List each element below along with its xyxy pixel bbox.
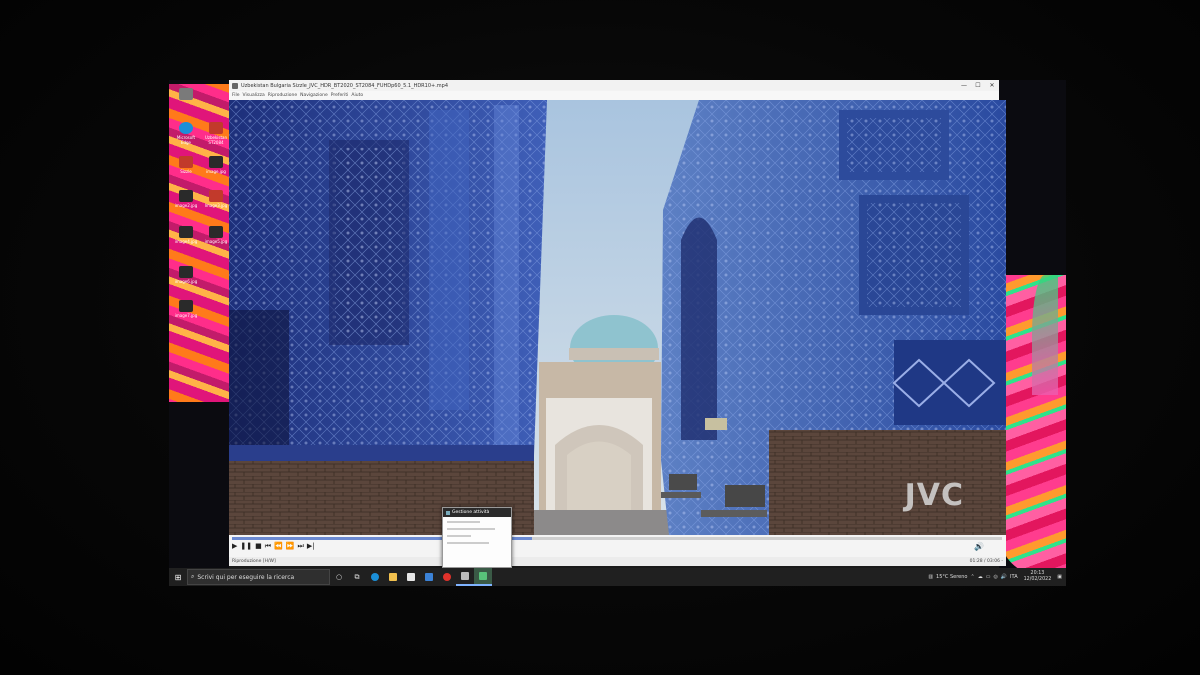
previous-button[interactable]: ⏮ xyxy=(265,542,271,551)
image-file-icon xyxy=(179,266,193,278)
search-icon: ⌕ xyxy=(191,573,195,580)
desktop-icon[interactable]: image5.jpg xyxy=(203,226,229,244)
next-button[interactable]: ⏭ xyxy=(298,542,304,551)
seek-bar[interactable] xyxy=(232,537,1002,540)
task-manager-preview[interactable]: Gestione attività xyxy=(442,507,512,568)
media-player-taskbar-icon[interactable] xyxy=(456,568,474,586)
image-file-icon xyxy=(209,156,223,168)
status-bar: Riproduzione [H/W] 01:28 / 03:06 - xyxy=(229,557,1006,566)
opera-icon[interactable] xyxy=(438,568,456,586)
search-box[interactable]: ⌕ Scrivi qui per eseguire la ricerca xyxy=(187,569,330,585)
media-player-window: Uzbekistan Bulgaria Sizzle_JVC_HDR_BT202… xyxy=(229,80,1006,570)
playback-time: 01:28 / 03:06 - xyxy=(969,559,1003,564)
screen: Microsoft Edge Uzbekistan ST2084 Sizzle … xyxy=(169,80,1066,586)
desktop-icon[interactable]: Sizzle xyxy=(173,156,199,174)
menu-aiuto[interactable]: Aiuto xyxy=(351,93,363,98)
minimize-button[interactable]: — xyxy=(957,82,971,89)
file-explorer-icon[interactable] xyxy=(384,568,402,586)
desktop-icon[interactable]: Uzbekistan ST2084 xyxy=(203,122,229,145)
wallpaper-right-accent xyxy=(1032,275,1058,395)
search-placeholder: Scrivi qui per eseguire la ricerca xyxy=(197,573,295,581)
image-file-icon xyxy=(179,300,193,312)
desktop-icon[interactable]: image2.jpg xyxy=(173,190,199,208)
notification-icon[interactable]: ▣ xyxy=(1057,574,1062,580)
menu-bar: File Visualizza Riproduzione Navigazione… xyxy=(229,91,999,100)
cortana-icon[interactable]: ○ xyxy=(330,568,348,586)
edge-taskbar-icon[interactable] xyxy=(366,568,384,586)
video-file-icon xyxy=(209,122,223,134)
weather-text[interactable]: 15°C Sereno xyxy=(936,574,967,580)
edge-icon xyxy=(179,122,193,134)
desktop-icon[interactable] xyxy=(173,88,199,101)
desktop-icon[interactable]: image6.jpg xyxy=(173,266,199,284)
jvc-watermark: JVC xyxy=(904,478,964,513)
frame-step-button[interactable]: ▶| xyxy=(307,542,315,551)
image-file-icon xyxy=(179,226,193,238)
video-scene xyxy=(229,100,1006,535)
language-indicator[interactable]: ITA xyxy=(1010,574,1018,580)
desktop-icons: Microsoft Edge Uzbekistan ST2084 Sizzle … xyxy=(171,86,231,326)
stop-button[interactable]: ■ xyxy=(255,542,262,551)
taskbar: ⊞ ⌕ Scrivi qui per eseguire la ricerca ○… xyxy=(169,568,1066,586)
desktop-icon[interactable]: image7.jpg xyxy=(173,300,199,318)
video-frame[interactable]: JVC xyxy=(229,100,1006,535)
maximize-button[interactable]: ☐ xyxy=(971,82,985,89)
desktop-icon-label: Image3.jpg xyxy=(204,203,228,208)
desktop-icon-label: image4.jpg xyxy=(174,239,198,244)
desktop-icon-label: image5.jpg xyxy=(204,239,228,244)
desktop-icon-label: image7.jpg xyxy=(174,313,198,318)
image-file-icon xyxy=(179,190,193,202)
recycle-bin-icon xyxy=(179,88,193,100)
image-file-icon xyxy=(209,226,223,238)
task-manager-preview-body xyxy=(447,521,507,549)
network-icon[interactable]: ◎ xyxy=(993,574,997,580)
task-manager-icon xyxy=(446,510,450,515)
onedrive-icon[interactable]: ☁ xyxy=(978,574,983,580)
pause-button[interactable]: ❚❚ xyxy=(240,542,252,551)
title-bar[interactable]: Uzbekistan Bulgaria Sizzle_JVC_HDR_BT202… xyxy=(229,80,999,91)
clock[interactable]: 20:13 12/02/2022 xyxy=(1024,571,1052,583)
mail-icon[interactable] xyxy=(420,568,438,586)
speaker-icon[interactable]: 🔊 xyxy=(1001,574,1007,580)
desktop-icon-label: image6.jpg xyxy=(174,279,198,284)
desktop-icon-label: Uzbekistan ST2084 xyxy=(204,135,228,145)
store-icon[interactable] xyxy=(402,568,420,586)
desktop-icon[interactable]: image4.jpg xyxy=(173,226,199,244)
desktop-icon-label: Microsoft Edge xyxy=(176,135,196,145)
rewind-button[interactable]: ⏪ xyxy=(274,542,283,551)
system-tray: ▥ 15°C Sereno ⌃ ☁ ▭ ◎ 🔊 ITA 20:13 12/02/… xyxy=(928,571,1066,583)
desktop-icon[interactable]: Image3.jpg xyxy=(203,190,229,208)
menu-riproduzione[interactable]: Riproduzione xyxy=(268,93,297,98)
desktop-icon-label: Sizzle xyxy=(180,169,192,174)
battery-icon[interactable]: ▭ xyxy=(986,574,991,580)
menu-visualizza[interactable]: Visualizza xyxy=(243,93,265,98)
video-file-icon xyxy=(179,156,193,168)
show-hidden-icons[interactable]: ⌃ xyxy=(971,574,975,580)
menu-navigazione[interactable]: Navigazione xyxy=(300,93,328,98)
desktop-icon-label: image2.jpg xyxy=(174,203,198,208)
playback-state: Riproduzione [H/W] xyxy=(232,559,276,564)
clock-date: 12/02/2022 xyxy=(1023,577,1052,582)
video-file-icon xyxy=(209,190,223,202)
desktop-icon[interactable]: image.jpg xyxy=(203,156,229,174)
menu-file[interactable]: File xyxy=(232,93,240,98)
start-button[interactable]: ⊞ xyxy=(171,568,185,586)
task-manager-taskbar-icon[interactable] xyxy=(474,568,492,586)
close-button[interactable]: ✕ xyxy=(985,82,999,89)
desktop-icon[interactable]: Microsoft Edge xyxy=(173,122,199,145)
volume-icon[interactable]: 🔊 xyxy=(974,542,984,551)
window-title: Uzbekistan Bulgaria Sizzle_JVC_HDR_BT202… xyxy=(241,82,449,89)
play-button[interactable]: ▶ xyxy=(232,542,237,551)
weather-icon[interactable]: ▥ xyxy=(928,574,933,580)
menu-preferiti[interactable]: Preferiti xyxy=(331,93,349,98)
task-view-icon[interactable]: ⧉ xyxy=(348,568,366,586)
forward-button[interactable]: ⏩ xyxy=(286,542,295,551)
task-manager-preview-title: Gestione attività xyxy=(452,510,490,515)
player-app-icon xyxy=(232,82,238,89)
desktop-icon-label: image.jpg xyxy=(206,169,226,174)
playback-controls: ▶ ❚❚ ■ ⏮ ⏪ ⏩ ⏭ ▶| 🔊 xyxy=(229,535,1006,557)
